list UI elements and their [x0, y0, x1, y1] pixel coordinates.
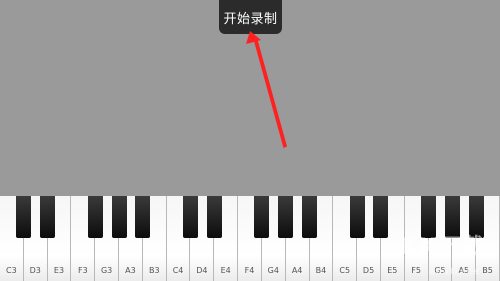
black-key-7[interactable] — [206, 196, 222, 238]
white-key-label: B4 — [315, 266, 327, 275]
black-key-6[interactable] — [182, 196, 198, 238]
white-key-label: A3 — [125, 266, 136, 275]
white-key-label: E3 — [53, 266, 65, 275]
white-key-label: B3 — [148, 266, 160, 275]
white-key-label: D5 — [362, 266, 375, 275]
piano-app-screen: 开始录制 C3 D3 E3 F3 G3 A3 B3 C4 D4 E4 F4 G4 A4 B4 C5 D5 E5 F… — [0, 0, 500, 281]
black-key-10[interactable] — [302, 196, 318, 238]
black-key-12[interactable] — [373, 196, 389, 238]
black-key-1[interactable] — [16, 196, 32, 238]
white-key-label: E4 — [220, 266, 231, 275]
white-key-label: F3 — [77, 266, 88, 275]
black-key-8[interactable] — [254, 196, 270, 238]
watermark-url: www.kkx.net — [428, 267, 480, 276]
white-key-label: D4 — [196, 266, 208, 275]
white-key-label: A4 — [291, 266, 303, 275]
black-key-9[interactable] — [278, 196, 294, 238]
white-key-label: D3 — [29, 266, 41, 275]
white-key-label: E5 — [387, 266, 398, 275]
black-key-2[interactable] — [40, 196, 56, 238]
start-recording-button[interactable]: 开始录制 — [219, 0, 282, 34]
white-key-label: G4 — [267, 266, 279, 275]
arrow-shaft — [253, 36, 287, 148]
white-key-label: C5 — [339, 266, 351, 275]
white-key-label: C4 — [172, 266, 184, 275]
watermark-logo: KK下载 — [399, 235, 486, 260]
black-key-5[interactable] — [135, 196, 151, 238]
white-key-label: G3 — [100, 266, 113, 275]
white-key-label: F5 — [411, 266, 421, 275]
black-key-3[interactable] — [87, 196, 103, 238]
white-key-label: F4 — [244, 266, 255, 275]
black-key-11[interactable] — [349, 196, 365, 238]
black-key-4[interactable] — [111, 196, 127, 238]
white-key-label: C3 — [6, 266, 17, 275]
